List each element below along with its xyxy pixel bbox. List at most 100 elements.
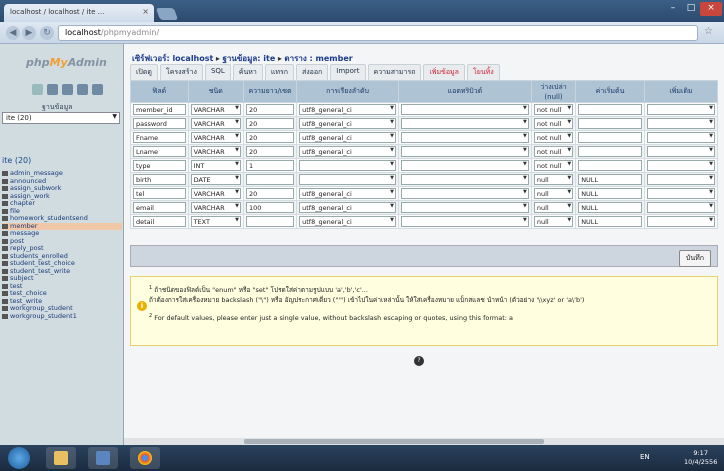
tab-item[interactable]: เปิดดู <box>130 64 158 81</box>
breadcrumb-database[interactable]: ฐานข้อมูล: ite <box>222 54 275 63</box>
field-name-input[interactable]: detail <box>133 216 186 227</box>
length-input[interactable]: 20 <box>245 104 295 115</box>
table-icon[interactable] <box>2 238 8 244</box>
table-icon[interactable] <box>2 186 8 192</box>
query-window-icon[interactable] <box>77 84 88 95</box>
null-select[interactable]: not null ▼ <box>533 104 574 115</box>
collation-select[interactable]: ▼ <box>299 174 396 185</box>
taskbar-chrome[interactable] <box>130 447 160 469</box>
table-icon[interactable] <box>2 201 8 207</box>
null-select[interactable]: null ▼ <box>533 174 574 185</box>
language-indicator[interactable]: EN <box>640 453 650 461</box>
table-icon[interactable] <box>2 171 8 177</box>
help-icon[interactable]: ? <box>414 356 424 366</box>
collation-select[interactable]: ▼ <box>299 160 396 171</box>
new-tab-button[interactable] <box>155 8 179 20</box>
field-name-input[interactable]: member_id <box>133 104 186 115</box>
field-name-input[interactable]: Lname <box>133 146 186 157</box>
default-input[interactable]: NULL <box>578 188 642 199</box>
collation-select[interactable]: utf8_general_ci ▼ <box>299 202 396 213</box>
table-icon[interactable] <box>2 208 8 214</box>
attributes-select[interactable]: ▼ <box>401 118 529 129</box>
close-tab-icon[interactable]: × <box>142 7 149 16</box>
maximize-button[interactable]: □ <box>682 2 700 16</box>
table-icon[interactable] <box>2 246 8 252</box>
type-select[interactable]: VARCHAR ▼ <box>190 132 241 143</box>
collation-select[interactable]: utf8_general_ci ▼ <box>299 118 396 129</box>
type-select[interactable]: DATE ▼ <box>190 174 241 185</box>
attributes-select[interactable]: ▼ <box>401 146 529 157</box>
table-icon[interactable] <box>2 291 8 297</box>
null-select[interactable]: not null ▼ <box>533 118 574 129</box>
taskbar-app[interactable] <box>88 447 118 469</box>
horizontal-scrollbar[interactable] <box>124 438 724 445</box>
null-select[interactable]: not null ▼ <box>533 146 574 157</box>
reload-button[interactable]: ↻ <box>40 26 54 40</box>
minimize-button[interactable]: – <box>664 2 682 16</box>
back-button[interactable]: ◀ <box>6 26 20 40</box>
length-input[interactable]: 20 <box>245 132 295 143</box>
collation-select[interactable]: utf8_general_ci ▼ <box>299 188 396 199</box>
default-input[interactable]: NULL <box>578 174 642 185</box>
default-input[interactable] <box>578 132 642 143</box>
address-bar[interactable]: localhost/phpmyadmin/ <box>58 25 698 41</box>
database-select[interactable]: ite (20) ▼ <box>2 112 120 124</box>
tab-item[interactable]: เพิ่มข้อมูล <box>423 64 465 81</box>
default-input[interactable]: NULL <box>578 202 642 213</box>
tab-item[interactable]: โยนทิ้ง <box>466 64 500 81</box>
collation-select[interactable]: utf8_general_ci ▼ <box>299 146 396 157</box>
default-input[interactable] <box>578 160 642 171</box>
table-icon[interactable] <box>2 216 8 222</box>
table-icon[interactable] <box>2 253 8 259</box>
tab-item[interactable]: Import <box>330 64 366 81</box>
field-name-input[interactable]: birth <box>133 174 186 185</box>
table-icon[interactable] <box>2 193 8 199</box>
attributes-select[interactable]: ▼ <box>401 216 529 227</box>
tab-item[interactable]: แทรก <box>264 64 294 81</box>
extra-select[interactable]: ▼ <box>646 146 715 157</box>
tab-item[interactable]: ค้นหา <box>232 64 263 81</box>
table-icon[interactable] <box>2 223 8 229</box>
table-icon[interactable] <box>2 298 8 304</box>
extra-select[interactable]: ▼ <box>646 104 715 115</box>
field-name-input[interactable]: type <box>133 160 186 171</box>
table-icon[interactable] <box>2 231 8 237</box>
attributes-select[interactable]: ▼ <box>401 188 529 199</box>
length-input[interactable]: 20 <box>245 188 295 199</box>
tab-item[interactable]: ความสามารถ <box>367 64 422 81</box>
length-input[interactable]: 1 <box>245 160 295 171</box>
type-select[interactable]: VARCHAR ▼ <box>190 146 241 157</box>
extra-select[interactable]: ▼ <box>646 202 715 213</box>
table-list-item[interactable]: chapter <box>2 199 122 208</box>
breadcrumb-server[interactable]: เซิร์ฟเวอร์: localhost <box>132 54 213 63</box>
extra-select[interactable]: ▼ <box>646 174 715 185</box>
extra-select[interactable]: ▼ <box>646 216 715 227</box>
attributes-select[interactable]: ▼ <box>401 132 529 143</box>
attributes-select[interactable]: ▼ <box>401 104 529 115</box>
database-title[interactable]: ite (20) <box>2 156 31 165</box>
null-select[interactable]: null ▼ <box>533 216 574 227</box>
tab-item[interactable]: SQL <box>204 64 231 81</box>
null-select[interactable]: not null ▼ <box>533 160 574 171</box>
table-icon[interactable] <box>2 276 8 282</box>
bookmark-star-icon[interactable]: ☆ <box>704 26 713 37</box>
table-icon[interactable] <box>2 178 8 184</box>
length-input[interactable]: 100 <box>245 202 295 213</box>
table-icon[interactable] <box>2 261 8 267</box>
docs-icon[interactable] <box>62 84 73 95</box>
length-input[interactable] <box>245 216 295 227</box>
extra-select[interactable]: ▼ <box>646 118 715 129</box>
length-input[interactable] <box>245 174 295 185</box>
breadcrumb-table[interactable]: ตาราง : member <box>284 54 352 63</box>
extra-select[interactable]: ▼ <box>646 160 715 171</box>
attributes-select[interactable]: ▼ <box>401 202 529 213</box>
reload-nav-icon[interactable] <box>92 84 103 95</box>
collation-select[interactable]: utf8_general_ci ▼ <box>299 216 396 227</box>
extra-select[interactable]: ▼ <box>646 132 715 143</box>
start-button[interactable] <box>8 447 30 469</box>
table-icon[interactable] <box>2 306 8 312</box>
browser-tab[interactable]: localhost / localhost / ite ... × <box>4 4 154 22</box>
table-icon[interactable] <box>2 313 8 319</box>
sql-icon[interactable] <box>47 84 58 95</box>
type-select[interactable]: VARCHAR ▼ <box>190 188 241 199</box>
